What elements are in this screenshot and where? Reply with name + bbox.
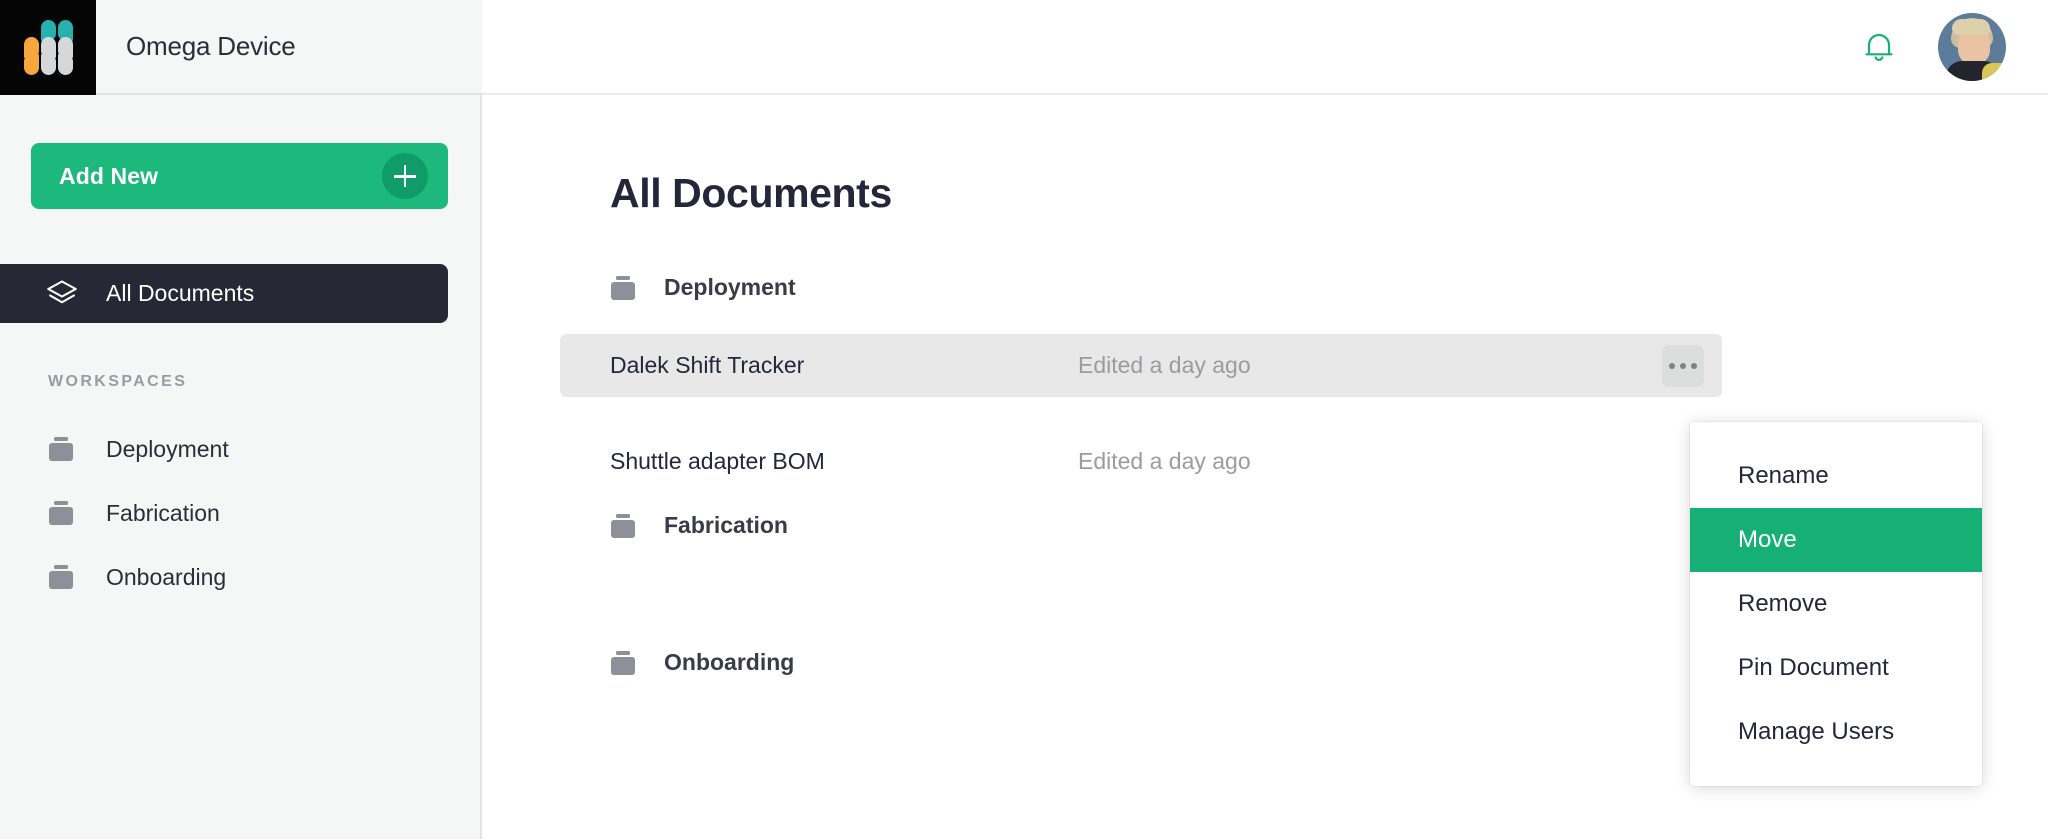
table-row[interactable]: Dalek Shift Tracker Edited a day ago [560, 334, 1722, 397]
ellipsis-icon [1669, 363, 1675, 369]
sidebar-item-deployment[interactable]: Deployment [48, 430, 229, 468]
sidebar-item-deployment-label: Deployment [106, 435, 229, 462]
section-header-fabrication-label: Fabrication [664, 512, 788, 538]
document-edited-meta: Edited a day ago [1078, 352, 1251, 378]
avatar[interactable] [1938, 12, 2006, 81]
section-header-deployment: Deployment [610, 274, 796, 301]
document-name: Shuttle adapter BOM [610, 448, 825, 474]
briefcase-icon [610, 650, 636, 676]
section-header-onboarding-label: Onboarding [664, 649, 795, 675]
ellipsis-icon [1691, 363, 1697, 369]
briefcase-icon [610, 513, 636, 539]
workspace-header: Omega Device [96, 0, 482, 95]
app-logo-icon [24, 20, 74, 75]
sidebar-item-all-documents-label: All Documents [106, 280, 255, 306]
add-new-label: Add New [59, 162, 159, 189]
briefcase-icon [610, 275, 636, 301]
notifications-button[interactable] [1854, 22, 1904, 72]
document-edited-meta: Edited a day ago [1078, 448, 1251, 474]
avatar-fringe [1952, 18, 1990, 35]
page-title: All Documents [610, 170, 892, 216]
sidebar-item-all-documents[interactable]: All Documents [0, 264, 448, 323]
add-new-button[interactable]: Add New [31, 143, 448, 209]
bell-icon [1865, 33, 1893, 61]
workspace-title: Omega Device [126, 31, 296, 61]
ellipsis-icon [1680, 363, 1686, 369]
layers-icon [47, 279, 77, 303]
sidebar: Omega Device Add New All Documents WORKS… [0, 0, 482, 839]
sidebar-item-onboarding-label: Onboarding [106, 563, 227, 590]
row-menu-button[interactable] [1662, 345, 1704, 387]
app-root: Omega Device Add New All Documents WORKS… [0, 0, 2048, 839]
logo-petal-gray-4 [58, 54, 73, 75]
menu-item-remove[interactable]: Remove [1690, 572, 1982, 636]
briefcase-icon [48, 436, 74, 462]
table-row[interactable]: Shuttle adapter BOM Edited a day ago [560, 430, 1722, 493]
briefcase-icon [48, 500, 74, 526]
menu-item-pin-document[interactable]: Pin Document [1690, 636, 1982, 700]
section-header-onboarding: Onboarding [610, 649, 794, 676]
section-header-fabrication: Fabrication [610, 512, 788, 539]
sidebar-item-fabrication-label: Fabrication [106, 499, 220, 526]
briefcase-icon [48, 564, 74, 590]
logo-petal-orange-bottom [24, 54, 39, 75]
top-bar [482, 0, 2048, 95]
row-context-menu: Rename Move Remove Pin Document Manage U… [1690, 422, 1982, 786]
logo-petal-gray-3 [41, 54, 56, 75]
sidebar-item-fabrication[interactable]: Fabrication [48, 494, 220, 532]
workspaces-section-header: WORKSPACES [48, 373, 188, 390]
plus-icon [382, 153, 428, 199]
app-logo-tile[interactable] [0, 0, 96, 95]
menu-item-rename[interactable]: Rename [1690, 444, 1982, 508]
menu-item-manage-users[interactable]: Manage Users [1690, 700, 1982, 764]
document-name: Dalek Shift Tracker [610, 352, 805, 378]
avatar-shoulder [1982, 62, 2006, 81]
menu-item-move[interactable]: Move [1690, 508, 1982, 572]
sidebar-item-onboarding[interactable]: Onboarding [48, 558, 226, 596]
section-header-deployment-label: Deployment [664, 274, 796, 300]
